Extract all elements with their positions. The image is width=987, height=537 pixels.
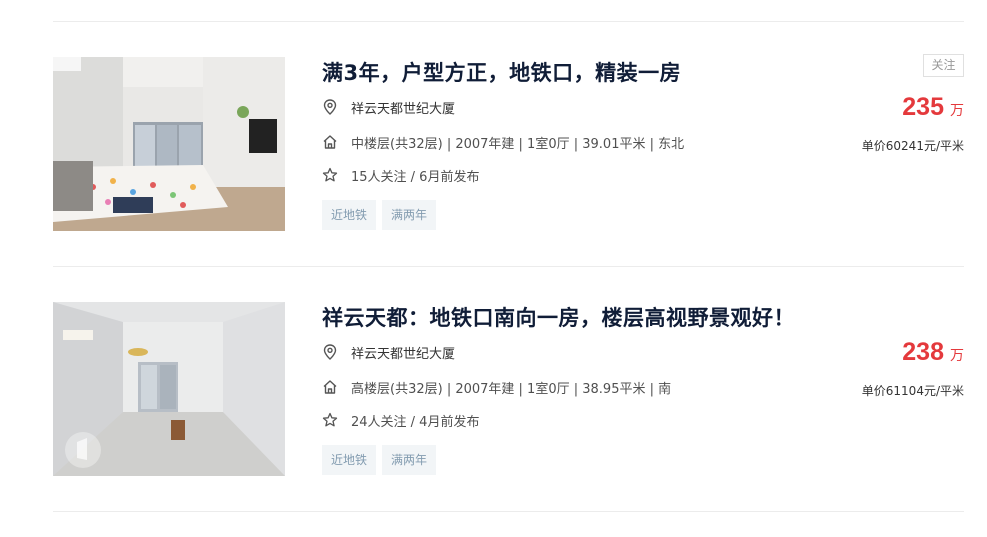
follow-info-row: 15人关注 / 6月前发布 [322,165,479,185]
total-price: 238 万 [902,338,964,367]
community-link[interactable]: 祥云天都世纪大厦 [351,343,455,362]
location-pin-icon [322,99,338,115]
total-price: 235 万 [902,93,964,122]
tag-near-subway: 近地铁 [322,200,377,230]
follow-button[interactable]: 关注 [923,54,964,77]
community-row: 祥云天都世纪大厦 [322,342,455,362]
listing-title[interactable]: 满3年，户型方正，地铁口，精装一房 [322,57,681,87]
listing-title[interactable]: 祥云天都：地铁口南向一房，楼层高视野景观好！ [322,302,795,332]
tag-list: 近地铁 满两年 [322,445,437,475]
listing-card: 祥云天都：地铁口南向一房，楼层高视野景观好！ 祥云天都世纪大厦 高楼层(共32层… [53,302,964,492]
house-icon [322,134,338,150]
follow-info: 24人关注 / 4月前发布 [351,414,480,430]
house-info-row: 高楼层(共32层) | 2007年建 | 1室0厅 | 38.95平米 | 南 [322,377,671,397]
tag-over-two-years: 满两年 [382,445,437,475]
community-link[interactable]: 祥云天都世纪大厦 [351,98,455,117]
tag-list: 近地铁 满两年 [322,200,437,230]
house-info: 高楼层(共32层) | 2007年建 | 1室0厅 | 38.95平米 | 南 [351,381,672,397]
divider [53,21,964,22]
house-info: 中楼层(共32层) | 2007年建 | 1室0厅 | 39.01平米 | 东北 [351,136,685,152]
listing-photo[interactable] [53,57,285,231]
location-pin-icon [322,344,338,360]
unit-price: 单价60241元/平米 [861,139,964,153]
price-value: 235 [902,93,944,121]
price-value: 238 [902,338,944,366]
divider [53,511,964,512]
house-icon [322,379,338,395]
price-unit: 万 [950,103,964,119]
listing-photo[interactable] [53,302,285,476]
unit-price: 单价61104元/平米 [861,384,964,398]
star-icon [322,412,338,428]
community-row: 祥云天都世纪大厦 [322,97,455,117]
tag-over-two-years: 满两年 [382,200,437,230]
price-unit: 万 [950,348,964,364]
house-info-row: 中楼层(共32层) | 2007年建 | 1室0厅 | 39.01平米 | 东北 [322,132,684,152]
tag-near-subway: 近地铁 [322,445,377,475]
follow-info: 15人关注 / 6月前发布 [351,169,480,185]
star-icon [322,167,338,183]
listing-card: 关注 满3年，户型方正，地铁口，精装一房 祥云天都世纪大厦 中楼层(共32层) … [53,54,964,247]
follow-info-row: 24人关注 / 4月前发布 [322,410,479,430]
divider [53,266,964,267]
